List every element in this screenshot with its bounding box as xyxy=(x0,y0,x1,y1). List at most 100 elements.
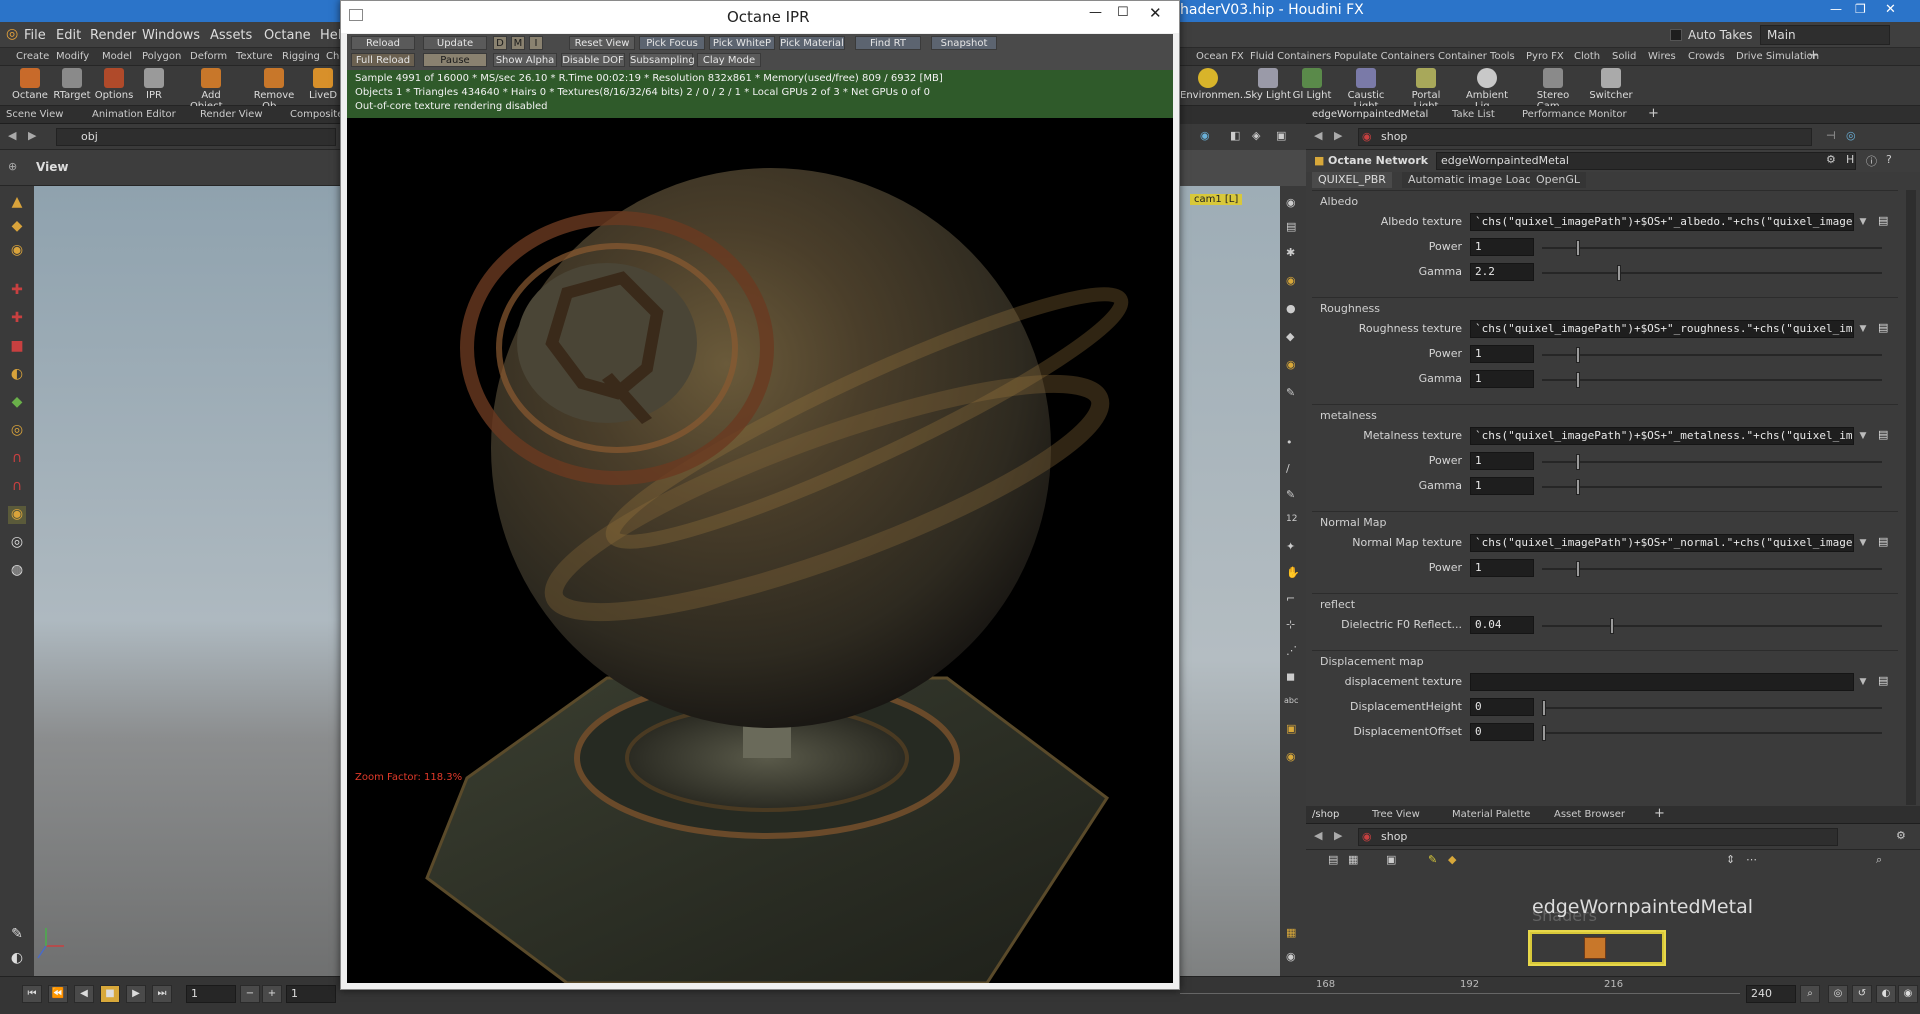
menu-assets[interactable]: Assets xyxy=(210,28,252,43)
menu-edit[interactable]: Edit xyxy=(56,28,81,43)
subtab-automatic-image-load[interactable]: Automatic image Load xyxy=(1402,172,1539,188)
timeline-ruler[interactable]: 168 192 216 xyxy=(1180,977,1740,1007)
network-path-field[interactable]: shop xyxy=(1358,828,1838,846)
start-frame-field[interactable]: 1 xyxy=(286,985,336,1003)
scene-path-field[interactable]: obj xyxy=(56,128,336,146)
param-slider[interactable] xyxy=(1542,265,1882,281)
render-region-icon[interactable]: ◎ xyxy=(8,534,26,552)
texture-path-field[interactable]: `chs("quixel_imagePath")+$OS+"_normal."+… xyxy=(1470,534,1854,552)
param-slider[interactable] xyxy=(1542,479,1882,495)
param-slider[interactable] xyxy=(1542,240,1882,256)
network-grid-icon[interactable]: ▣ xyxy=(1386,853,1396,866)
chevron-down-icon[interactable]: ▼ xyxy=(1856,213,1870,231)
eye-icon[interactable]: ◉ xyxy=(1286,950,1296,963)
octane-close-icon[interactable]: ✕ xyxy=(1149,4,1162,22)
shelf-tab-ocean-fx[interactable]: Ocean FX xyxy=(1196,51,1244,62)
tab-scene-view[interactable]: Scene View xyxy=(6,109,63,120)
pen-icon[interactable]: ✎ xyxy=(1286,488,1295,501)
grid-snap-icon[interactable]: ∩ xyxy=(8,478,26,496)
add-network-tab-icon[interactable]: + xyxy=(1654,806,1665,821)
chevron-down-icon[interactable]: ▼ xyxy=(1856,320,1870,338)
menu-file[interactable]: File xyxy=(24,28,46,43)
point-display-icon[interactable]: ◆ xyxy=(1286,330,1294,343)
tool-ipr[interactable]: IPR xyxy=(130,68,178,101)
slider-handle[interactable] xyxy=(1576,240,1580,256)
update-button[interactable]: Update xyxy=(423,36,487,50)
slider-handle[interactable] xyxy=(1610,618,1614,634)
end-frame-field[interactable]: 240 xyxy=(1746,985,1796,1003)
shelf-tab-create[interactable]: Create xyxy=(16,51,49,62)
texture-path-field[interactable]: `chs("quixel_imagePath")+$OS+"_albedo."+… xyxy=(1470,213,1854,231)
network-gear-icon[interactable]: ⚙ xyxy=(1896,829,1906,842)
realtime-icon[interactable]: ◐ xyxy=(1876,985,1896,1003)
shelf-tab-wires[interactable]: Wires xyxy=(1648,51,1676,62)
param-slider[interactable] xyxy=(1542,347,1882,363)
subsampling-button[interactable]: Subsampling xyxy=(629,53,695,67)
stop-icon[interactable]: ■ xyxy=(100,985,120,1003)
material-node[interactable] xyxy=(1528,930,1666,966)
slider-handle[interactable] xyxy=(1576,454,1580,470)
menu-render[interactable]: Render xyxy=(90,28,136,43)
pick-whitepoint-button[interactable]: Pick WhiteP xyxy=(709,36,775,50)
network-color-icon[interactable]: ◆ xyxy=(1448,853,1456,866)
scale-tool-icon[interactable]: ■ xyxy=(8,338,26,356)
info-icon[interactable]: ⓘ xyxy=(1866,153,1877,169)
select-tool-icon[interactable]: ▲ xyxy=(8,194,26,212)
shading-icon[interactable]: ◧ xyxy=(1230,129,1240,142)
play-reverse-icon[interactable]: ◀ xyxy=(74,985,94,1003)
shelf-tab-texture[interactable]: Texture xyxy=(236,51,273,62)
add-shelf-icon[interactable]: + xyxy=(1808,48,1819,63)
network-zoom-icon[interactable]: ⌕ xyxy=(1876,853,1882,867)
location-icon[interactable]: ◉ xyxy=(1286,750,1296,763)
file-browse-icon[interactable]: ▤ xyxy=(1878,428,1894,444)
param-back-icon[interactable]: ◀ xyxy=(1314,129,1322,142)
slider-handle[interactable] xyxy=(1542,725,1546,741)
tool-environment[interactable]: Environmen... xyxy=(1180,68,1249,101)
tool-rtarget[interactable]: RTarget xyxy=(48,68,96,101)
slider-handle[interactable] xyxy=(1576,561,1580,577)
link-icon[interactable]: ◎ xyxy=(1846,129,1856,142)
network-back-icon[interactable]: ◀ xyxy=(1314,829,1322,842)
layout-icon[interactable]: ⋯ xyxy=(1746,853,1757,866)
frame-decrement-icon[interactable]: − xyxy=(240,985,260,1003)
file-browse-icon[interactable]: ▤ xyxy=(1878,321,1894,337)
param-forward-icon[interactable]: ▶ xyxy=(1334,129,1342,142)
find-rt-button[interactable]: Find RT xyxy=(855,36,921,50)
auto-takes-checkbox[interactable] xyxy=(1670,29,1682,41)
param-value-field[interactable]: 1 xyxy=(1470,452,1534,470)
minimize-icon[interactable]: — xyxy=(1830,2,1842,16)
shelf-tab-modify[interactable]: Modify xyxy=(56,51,89,62)
back-arrow-icon[interactable]: ◀ xyxy=(8,129,16,142)
numbers-icon[interactable]: 12 xyxy=(1286,514,1297,524)
param-slider[interactable] xyxy=(1542,454,1882,470)
tab-animation-editor[interactable]: Animation Editor xyxy=(92,109,176,120)
bulb-icon[interactable]: ● xyxy=(1286,302,1296,315)
lighting-icon[interactable]: ◈ xyxy=(1252,129,1260,142)
shelf-tab-polygon[interactable]: Polygon xyxy=(142,51,181,62)
square-icon[interactable]: ◼ xyxy=(1286,670,1295,683)
toggle-d-button[interactable]: D xyxy=(493,36,507,50)
grid-view-icon[interactable]: ▦ xyxy=(1286,926,1296,939)
texture-path-field[interactable]: `chs("quixel_imagePath")+$OS+"_roughness… xyxy=(1470,320,1854,338)
param-value-field[interactable]: 1 xyxy=(1470,559,1534,577)
view-tool-icon[interactable]: ◆ xyxy=(8,394,26,412)
octane-render-view[interactable]: Zoom Factor: 118.3% xyxy=(347,118,1173,983)
file-browse-icon[interactable]: ▤ xyxy=(1878,214,1894,230)
tab-tree-view[interactable]: Tree View xyxy=(1372,809,1420,820)
tab-composite[interactable]: Composite xyxy=(290,109,343,120)
step-back-icon[interactable]: ⏪ xyxy=(48,985,68,1003)
snap-tool-icon[interactable]: ◎ xyxy=(8,422,26,440)
param-value-field[interactable]: 2.2 xyxy=(1470,263,1534,281)
toggle-m-button[interactable]: M xyxy=(511,36,525,50)
gear-icon[interactable]: ⚙ xyxy=(1826,153,1836,166)
particle-icon[interactable]: ✦ xyxy=(1286,540,1295,553)
tab-performance-monitor[interactable]: Performance Monitor xyxy=(1522,109,1627,120)
slider-handle[interactable] xyxy=(1617,265,1621,281)
network-forward-icon[interactable]: ▶ xyxy=(1334,829,1342,842)
pose-tool-icon[interactable]: ✚ xyxy=(8,282,26,300)
node-name-field[interactable]: edgeWornpaintedMetal xyxy=(1436,152,1856,170)
chevron-down-icon[interactable]: ▼ xyxy=(1856,673,1870,691)
current-frame-field[interactable]: 1 xyxy=(186,985,236,1003)
chevron-down-icon[interactable]: ▼ xyxy=(1856,427,1870,445)
slider-handle[interactable] xyxy=(1542,700,1546,716)
